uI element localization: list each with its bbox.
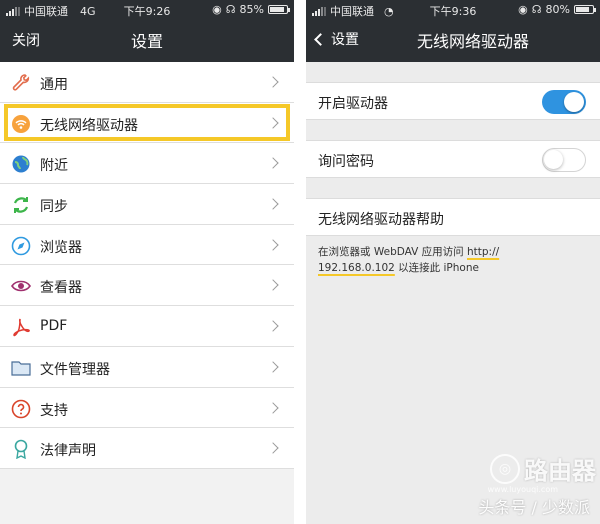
chevron-right-icon (267, 442, 279, 454)
page-title: 设置 (130, 32, 163, 51)
top-bar: 中国联通 ◔ 下午9:36 ◉ ☊ 80% 设置 无线网络驱动器 (306, 0, 600, 62)
watermark-logo: ◎ 路由器 (490, 451, 596, 486)
settings-item-label: 附近 (40, 158, 68, 175)
watermark-url: www.luyouqi.com (487, 485, 558, 494)
help-label: 无线网络驱动器帮助 (318, 212, 444, 228)
nav-bar: 设置 无线网络驱动器 (306, 22, 600, 58)
wrench-icon (12, 74, 30, 91)
lock-rotation-icon: ◉ (518, 3, 528, 16)
settings-item-label: 支持 (40, 402, 68, 419)
chevron-right-icon (267, 239, 279, 251)
watermark-caption: 头条号 / 少数派 (478, 498, 590, 517)
enable-driver-row: 开启驱动器 (306, 82, 600, 120)
ask-password-toggle[interactable] (542, 148, 586, 172)
compass-icon (11, 236, 31, 256)
router-icon: ◎ (490, 453, 520, 484)
headphones-icon: ☊ (225, 3, 236, 16)
settings-item-label: 通用 (40, 77, 68, 93)
settings-item-support[interactable]: 支持 (0, 387, 294, 429)
battery-icon (268, 5, 290, 14)
battery-icon (574, 5, 596, 14)
settings-item-legal[interactable]: 法律声明 (0, 428, 294, 469)
top-bar: 中国联通 4G 下午9:26 ◉ ☊ 85% 关闭 设置 (0, 0, 294, 62)
sync-icon (13, 197, 29, 214)
headphones-icon: ☊ (531, 3, 542, 16)
chevron-right-icon (267, 401, 279, 414)
globe-icon (12, 155, 30, 173)
ask-password-row: 询问密码 (306, 140, 600, 178)
settings-screen: 中国联通 4G 下午9:26 ◉ ☊ 85% 关闭 设置 通用 无线网络驱动器 (0, 0, 294, 524)
help-description: 在浏览器或 WebDAV 应用访问 http:// 192.168.0.102 … (318, 244, 590, 276)
enable-driver-label: 开启驱动器 (318, 96, 388, 112)
help-url-ip: 192.168.0.102 (318, 262, 395, 274)
help-row[interactable]: 无线网络驱动器帮助 (306, 198, 600, 236)
settings-item-label: PDF (40, 318, 68, 335)
settings-item-viewer[interactable]: 查看器 (0, 265, 294, 307)
drive-settings: 开启驱动器 询问密码 无线网络驱动器帮助 (306, 62, 600, 236)
settings-item-label: 浏览器 (40, 239, 82, 256)
chevron-right-icon (267, 117, 279, 129)
settings-item-label: 法律声明 (40, 443, 96, 460)
settings-item-file-manager[interactable]: 文件管理器 (0, 346, 294, 388)
settings-item-browser[interactable]: 浏览器 (0, 224, 294, 266)
settings-item-wireless-drive[interactable]: 无线网络驱动器 (0, 102, 294, 144)
help-text-suffix: 以连接此 iPhone (394, 262, 479, 274)
settings-item-label: 同步 (40, 199, 68, 216)
help-url-part1: http:// (467, 246, 500, 258)
settings-item-sync[interactable]: 同步 (0, 184, 294, 225)
nav-bar: 关闭 设置 (0, 22, 294, 58)
chevron-right-icon (267, 320, 279, 332)
settings-item-label: 文件管理器 (40, 361, 110, 378)
chevron-right-icon (267, 361, 279, 373)
watermark-logo-text: 路由器 (524, 457, 596, 485)
wifi-icon (12, 114, 30, 133)
chevron-right-icon (267, 279, 279, 292)
enable-driver-toggle[interactable] (542, 90, 586, 114)
question-icon (11, 399, 31, 418)
toggle-knob (564, 92, 584, 112)
folder-icon (11, 361, 31, 376)
page-title: 无线网络驱动器 (416, 32, 529, 51)
help-text-prefix: 在浏览器或 WebDAV 应用访问 (318, 246, 467, 258)
status-bar: 中国联通 ◔ 下午9:36 ◉ ☊ 80% (306, 0, 600, 20)
battery-percent: 85% (239, 3, 264, 16)
pdf-icon (13, 318, 30, 337)
chevron-right-icon (267, 157, 279, 170)
settings-item-general[interactable]: 通用 (0, 62, 294, 103)
status-bar: 中国联通 4G 下午9:26 ◉ ☊ 85% (0, 0, 294, 20)
battery-percent: 80% (545, 3, 570, 16)
eye-icon (11, 281, 31, 292)
ask-password-label: 询问密码 (318, 154, 374, 170)
toggle-knob (544, 150, 563, 169)
settings-item-pdf[interactable]: PDF (0, 306, 294, 347)
chevron-right-icon (267, 76, 279, 88)
settings-list: 通用 无线网络驱动器 附近 同步 浏览器 查看器 PDF 文件管理器 支持 法律… (0, 62, 294, 469)
settings-item-label: 无线网络驱动器 (40, 117, 138, 134)
ribbon-icon (14, 439, 28, 460)
chevron-left-icon (314, 33, 327, 46)
settings-item-nearby[interactable]: 附近 (0, 143, 294, 185)
wireless-drive-screen: 中国联通 ◔ 下午9:36 ◉ ☊ 80% 设置 无线网络驱动器 开启驱动器 询… (306, 0, 600, 524)
lock-rotation-icon: ◉ (212, 3, 222, 16)
chevron-right-icon (267, 198, 279, 210)
settings-item-label: 查看器 (40, 280, 82, 297)
